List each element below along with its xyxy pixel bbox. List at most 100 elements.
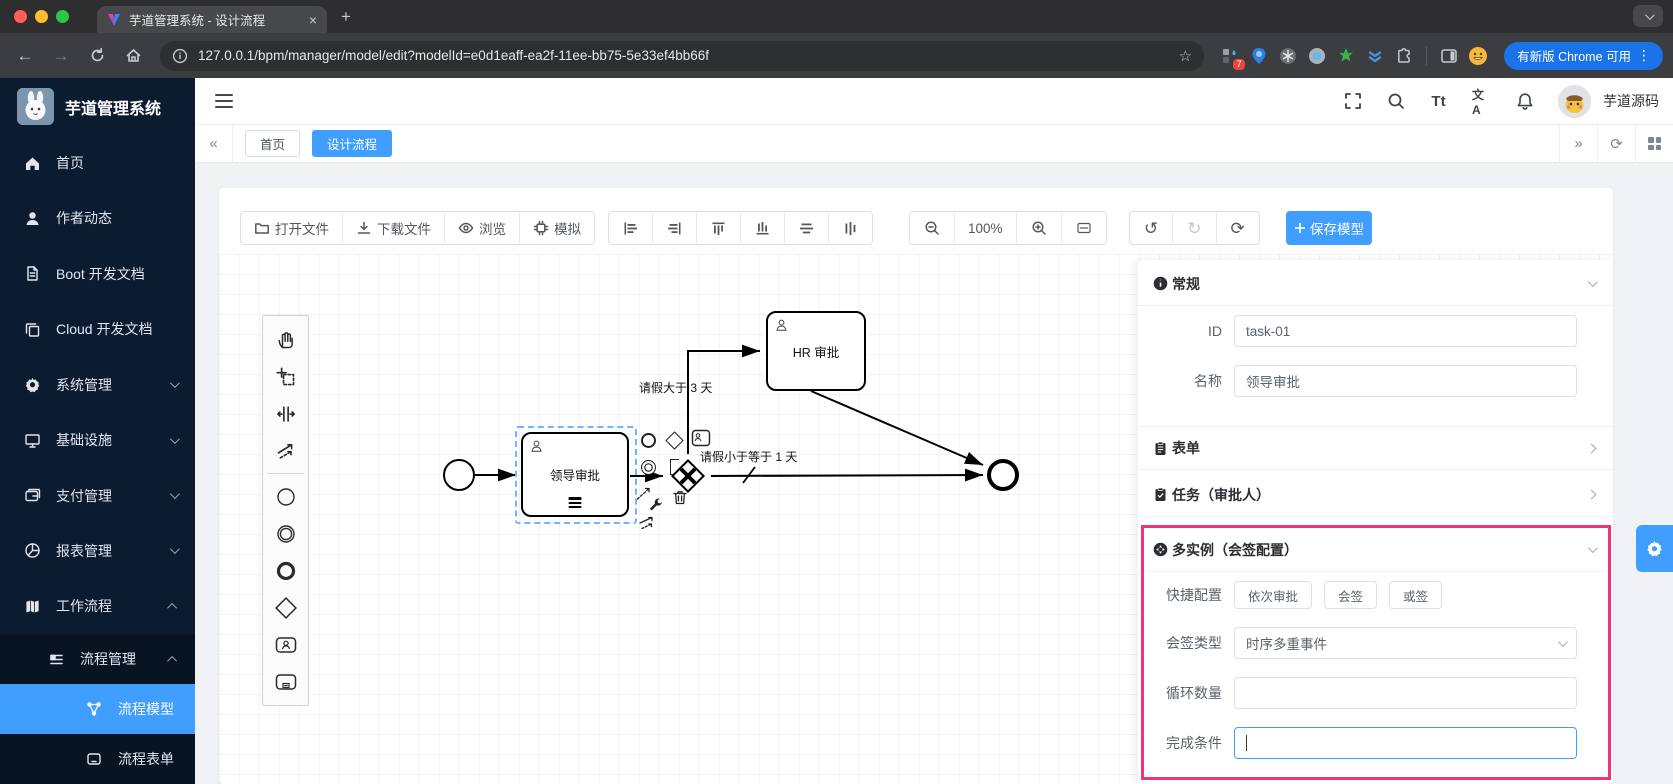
reload-button[interactable] bbox=[82, 41, 112, 71]
tags-refresh-button[interactable]: ⟳ bbox=[1597, 125, 1635, 162]
section-general[interactable]: 常规 bbox=[1138, 262, 1613, 306]
browser-tab[interactable]: 芋道管理系统 - 设计流程 × bbox=[97, 6, 327, 33]
extension-icon-circle[interactable] bbox=[1307, 46, 1327, 66]
section-multi-instance[interactable]: 多实例（会签配置） bbox=[1138, 528, 1613, 572]
edge-label-gt3[interactable]: 请假大于 3 天 bbox=[639, 379, 712, 396]
sidebar-item-boot-docs[interactable]: Boot 开发文档 bbox=[0, 246, 195, 301]
sidebar-item-report[interactable]: 报表管理 bbox=[0, 523, 195, 578]
name-input[interactable] bbox=[1234, 365, 1577, 397]
quick-option-sequential-button[interactable]: 依次审批 bbox=[1234, 581, 1313, 609]
zoom-window-button[interactable] bbox=[56, 10, 69, 23]
sidebar-item-process-management[interactable]: 流程管理 bbox=[0, 634, 195, 684]
close-window-button[interactable] bbox=[14, 10, 27, 23]
undo-button[interactable]: ↺ bbox=[1130, 212, 1174, 244]
collapse-sidebar-button[interactable] bbox=[215, 94, 233, 108]
simulate-button[interactable]: 模拟 bbox=[520, 212, 594, 244]
redo-button[interactable]: ↻ bbox=[1173, 212, 1217, 244]
new-tab-button[interactable]: + bbox=[341, 7, 351, 27]
align-right-button[interactable] bbox=[653, 212, 697, 244]
download-file-button[interactable]: 下载文件 bbox=[343, 212, 445, 244]
close-tab-icon[interactable]: × bbox=[309, 12, 317, 28]
task-hr-approve[interactable]: HR 审批 bbox=[766, 311, 866, 391]
pad-connect-arrows-icon[interactable] bbox=[637, 512, 659, 534]
sidebar-item-home[interactable]: 首页 bbox=[0, 135, 195, 190]
create-gateway[interactable] bbox=[267, 589, 304, 626]
extension-icon-chevrons[interactable] bbox=[1365, 46, 1385, 66]
tag-home[interactable]: 首页 bbox=[245, 130, 301, 157]
search-icon[interactable] bbox=[1386, 92, 1405, 111]
url-text[interactable]: 127.0.0.1/bpm/manager/model/edit?modelId… bbox=[198, 48, 1179, 63]
task-leader-approve[interactable]: 领导审批 bbox=[521, 432, 629, 517]
hand-tool[interactable] bbox=[267, 321, 304, 358]
save-model-button[interactable]: 保存模型 bbox=[1286, 211, 1372, 245]
chrome-update-button[interactable]: 有新版 Chrome 可用 ⋮ bbox=[1504, 41, 1663, 70]
profile-avatar-icon[interactable] bbox=[1468, 46, 1488, 66]
notification-bell-icon[interactable] bbox=[1515, 92, 1534, 111]
create-start-event[interactable] bbox=[267, 478, 304, 515]
restart-button[interactable]: ⟳ bbox=[1217, 212, 1259, 244]
font-size-icon[interactable]: Tt bbox=[1429, 92, 1448, 111]
app-logo-row[interactable]: 芋道管理系统 bbox=[0, 78, 195, 135]
sidebar-item-workflow[interactable]: 工作流程 bbox=[0, 579, 195, 634]
create-end-event[interactable] bbox=[267, 552, 304, 589]
tags-layout-button[interactable] bbox=[1635, 125, 1673, 162]
create-intermediate-event[interactable] bbox=[267, 515, 304, 552]
sidebar-item-cloud-docs[interactable]: Cloud 开发文档 bbox=[0, 302, 195, 357]
sidebar-item-process-form[interactable]: 流程表单 bbox=[0, 734, 195, 784]
side-panel-icon[interactable] bbox=[1439, 46, 1459, 66]
align-center-vertical-button[interactable] bbox=[829, 212, 872, 244]
align-left-button[interactable] bbox=[609, 212, 653, 244]
sidebar-item-system[interactable]: 系统管理 bbox=[0, 357, 195, 412]
tag-design-process[interactable]: 设计流程 bbox=[312, 130, 393, 157]
align-top-button[interactable] bbox=[697, 212, 741, 244]
preview-button[interactable]: 浏览 bbox=[445, 212, 520, 244]
translate-icon[interactable]: 文A bbox=[1472, 88, 1491, 117]
forward-button[interactable]: → bbox=[46, 41, 76, 71]
extensions-puzzle-icon[interactable] bbox=[1394, 46, 1414, 66]
extension-icon-snowflake[interactable] bbox=[1278, 46, 1298, 66]
pad-append-task[interactable] bbox=[690, 427, 712, 449]
tags-scroll-right-button[interactable]: » bbox=[1559, 125, 1597, 162]
lasso-tool[interactable] bbox=[267, 358, 304, 395]
back-button[interactable]: ← bbox=[10, 41, 40, 71]
space-tool[interactable] bbox=[267, 395, 304, 432]
edge-label-lte1[interactable]: 请假小于等于 1 天 bbox=[700, 448, 797, 465]
global-connect-tool[interactable] bbox=[267, 432, 304, 469]
zoom-level[interactable]: 100% bbox=[955, 212, 1017, 244]
address-bar[interactable]: 127.0.0.1/bpm/manager/model/edit?modelId… bbox=[160, 40, 1205, 71]
extension-icon-star[interactable] bbox=[1336, 46, 1356, 66]
start-event[interactable] bbox=[443, 459, 475, 491]
settings-drawer-button[interactable] bbox=[1636, 525, 1673, 572]
browser-menu-icon[interactable]: ⋮ bbox=[1631, 47, 1657, 64]
end-event[interactable] bbox=[987, 459, 1019, 491]
pad-append-gateway[interactable] bbox=[663, 429, 685, 451]
bookmark-star-icon[interactable]: ☆ bbox=[1179, 47, 1192, 65]
site-info-icon[interactable] bbox=[172, 48, 188, 64]
open-file-button[interactable]: 打开文件 bbox=[241, 212, 343, 244]
quick-option-countersign-button[interactable]: 会签 bbox=[1324, 581, 1378, 609]
align-bottom-button[interactable] bbox=[741, 212, 785, 244]
align-center-horizontal-button[interactable] bbox=[785, 212, 829, 244]
tab-search-button[interactable] bbox=[1633, 5, 1663, 27]
user-avatar[interactable] bbox=[1558, 84, 1591, 118]
section-task-assignee[interactable]: 任务（审批人） bbox=[1138, 473, 1613, 517]
id-input[interactable] bbox=[1234, 315, 1577, 347]
create-user-task[interactable] bbox=[267, 626, 304, 663]
fullscreen-icon[interactable] bbox=[1343, 92, 1362, 111]
sidebar-item-payment[interactable]: 支付管理 bbox=[0, 468, 195, 523]
complete-condition-input[interactable] bbox=[1234, 727, 1577, 759]
minimize-window-button[interactable] bbox=[35, 10, 48, 23]
create-subprocess[interactable] bbox=[267, 663, 304, 700]
sign-type-select[interactable]: 时序多重事件 bbox=[1234, 627, 1577, 659]
home-button[interactable] bbox=[118, 41, 148, 71]
loop-count-input[interactable] bbox=[1234, 677, 1577, 709]
zoom-in-button[interactable] bbox=[1017, 212, 1062, 244]
extension-icon-balloon[interactable] bbox=[1249, 46, 1269, 66]
sidebar-item-author[interactable]: 作者动态 bbox=[0, 191, 195, 246]
section-form[interactable]: 表单 bbox=[1138, 426, 1613, 470]
sidebar-item-process-model[interactable]: 流程模型 bbox=[0, 684, 195, 735]
pad-append-intermediate-event[interactable] bbox=[637, 456, 659, 478]
fit-viewport-button[interactable] bbox=[1062, 212, 1106, 244]
sidebar-item-infra[interactable]: 基础设施 bbox=[0, 412, 195, 467]
tags-scroll-left-button[interactable]: « bbox=[195, 125, 233, 162]
